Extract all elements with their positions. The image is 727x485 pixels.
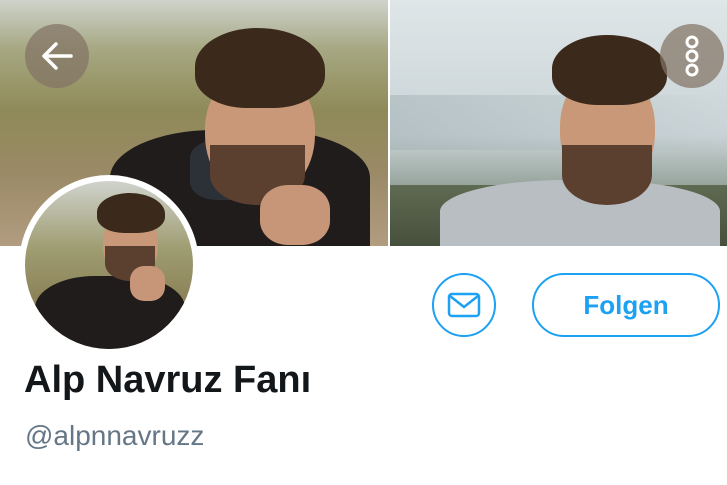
avatar-image — [25, 181, 193, 349]
arrow-left-icon — [42, 42, 73, 70]
message-button[interactable] — [432, 273, 496, 337]
more-options-button[interactable] — [660, 24, 724, 88]
more-vertical-icon — [685, 35, 699, 77]
follow-button[interactable]: Folgen — [532, 273, 720, 337]
profile-handle: @alpnnavruzz — [25, 420, 205, 451]
profile-avatar[interactable] — [19, 175, 199, 355]
profile-display-name: Alp Navruz Fanı — [24, 359, 312, 401]
mail-icon — [447, 292, 481, 318]
back-button[interactable] — [25, 24, 89, 88]
